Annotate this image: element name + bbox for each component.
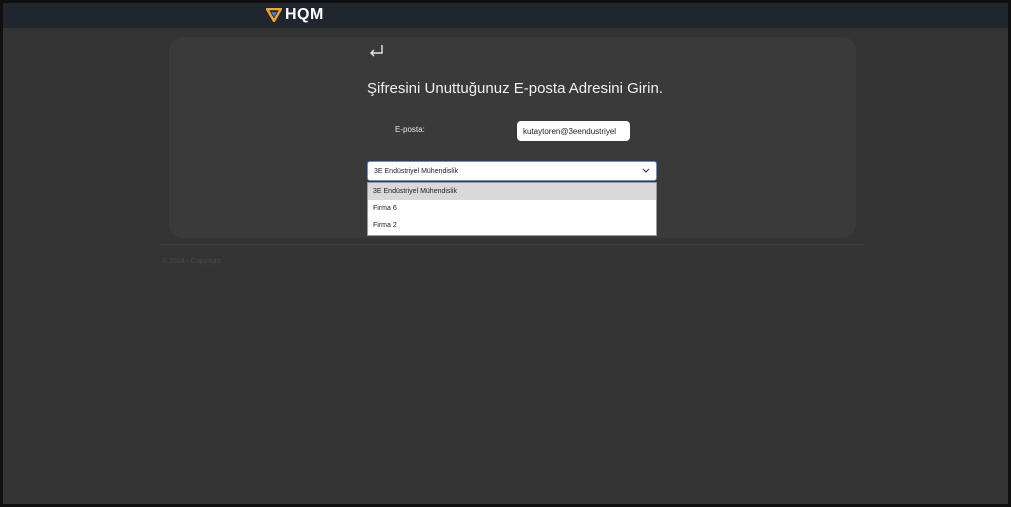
page-title: Şifresini Unuttuğunuz E-posta Adresini G…	[367, 80, 663, 97]
logo-text: HQM	[285, 6, 324, 23]
email-label: E-posta:	[395, 125, 425, 134]
logo[interactable]: HQM	[266, 6, 324, 24]
dropdown-option[interactable]: Firma 6	[368, 200, 656, 217]
company-select-value: 3E Endüstriyel Mühendislik	[374, 167, 459, 175]
company-dropdown-list: 3E Endüstriyel Mühendislik Firma 6 Firma…	[367, 182, 657, 236]
company-select[interactable]: 3E Endüstriyel Mühendislik	[367, 161, 657, 181]
chevron-down-icon	[642, 168, 650, 173]
footer-copyright: © 2024 - Copyright	[162, 258, 221, 265]
dropdown-option[interactable]: 3E Endüstriyel Mühendislik	[368, 183, 656, 200]
footer-divider	[160, 244, 865, 245]
return-arrow-icon[interactable]	[367, 43, 385, 59]
top-navbar	[0, 0, 1011, 28]
dropdown-option[interactable]: Firma 2	[368, 217, 656, 234]
hqm-logo-icon	[266, 8, 282, 22]
email-field[interactable]	[517, 121, 630, 141]
